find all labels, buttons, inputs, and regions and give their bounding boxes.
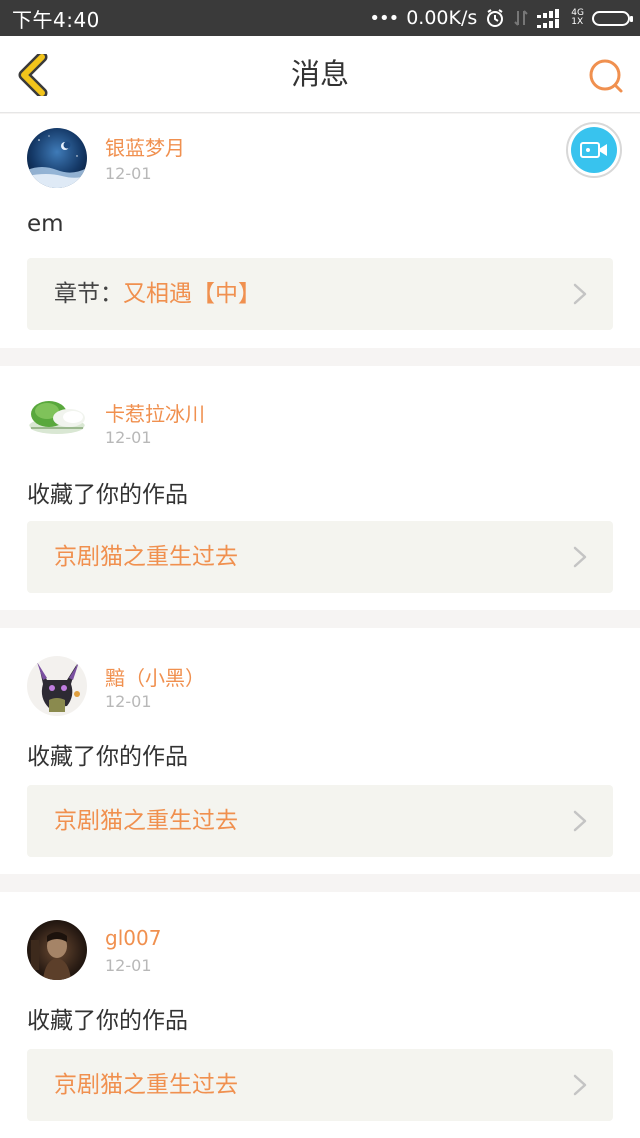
work-link[interactable]: 京剧猫之重生过去 — [27, 1049, 613, 1121]
dark-portrait-avatar-image — [27, 920, 87, 980]
message-date: 12-01 — [105, 692, 152, 711]
messages-screen: 下午4:40 ••• 0.00K/s 4G 1X 消息 银蓝梦月 12-01 e… — [0, 0, 640, 1138]
page-title: 消息 — [290, 57, 349, 91]
username[interactable]: 卡惹拉冰川 — [105, 398, 205, 427]
battery-icon — [592, 10, 633, 26]
link-title: 京剧猫之重生过去 — [54, 1072, 238, 1098]
status-icons: ••• 0.00K/s 4G 1X — [369, 7, 633, 29]
data-transfer-icon — [513, 9, 529, 27]
message-card: 银蓝梦月 12-01 em 章节：又相遇【中】 — [0, 114, 640, 348]
message-date: 12-01 — [105, 956, 152, 975]
message-date: 12-01 — [105, 164, 152, 183]
chevron-right-icon — [573, 283, 587, 305]
app-header: 消息 — [0, 36, 640, 113]
network-speed: 0.00K/s — [406, 7, 478, 29]
more-dots-icon: ••• — [369, 7, 399, 29]
black-cat-avatar-image — [27, 656, 87, 716]
username[interactable]: 银蓝梦月 — [105, 132, 185, 161]
link-prefix: 章节： — [54, 281, 123, 307]
message-text: 收藏了你的作品 — [27, 1008, 188, 1034]
work-link[interactable]: 京剧猫之重生过去 — [27, 521, 613, 593]
chapter-link[interactable]: 章节：又相遇【中】 — [27, 258, 613, 330]
video-button[interactable] — [566, 122, 622, 178]
signal-icon — [537, 8, 563, 28]
avatar[interactable] — [27, 128, 87, 188]
status-time: 下午4:40 — [12, 7, 100, 32]
search-button[interactable] — [586, 56, 626, 96]
night-sky-avatar-image — [27, 128, 87, 188]
avatar[interactable] — [27, 656, 87, 716]
message-text: 收藏了你的作品 — [27, 482, 188, 508]
link-title: 京剧猫之重生过去 — [54, 544, 238, 570]
cabbage-avatar-image — [27, 384, 87, 444]
chevron-right-icon — [573, 810, 587, 832]
message-date: 12-01 — [105, 428, 152, 447]
link-title: 又相遇【中】 — [123, 281, 261, 307]
chevron-right-icon — [573, 1074, 587, 1096]
alarm-icon — [485, 8, 505, 28]
message-card: 卡惹拉冰川 12-01 收藏了你的作品 京剧猫之重生过去 — [0, 366, 640, 610]
username[interactable]: gl007 — [105, 926, 161, 950]
chevron-right-icon — [573, 546, 587, 568]
status-bar: 下午4:40 ••• 0.00K/s 4G 1X — [0, 0, 640, 36]
search-icon — [589, 59, 623, 93]
message-text: em — [27, 211, 64, 237]
username[interactable]: 黯（小黑） — [105, 662, 205, 691]
message-text: 收藏了你的作品 — [27, 744, 188, 770]
work-link[interactable]: 京剧猫之重生过去 — [27, 785, 613, 857]
message-card: 黯（小黑） 12-01 收藏了你的作品 京剧猫之重生过去 — [0, 628, 640, 874]
avatar[interactable] — [27, 920, 87, 980]
link-title: 京剧猫之重生过去 — [54, 808, 238, 834]
message-card: gl007 12-01 收藏了你的作品 京剧猫之重生过去 — [0, 892, 640, 1138]
video-camera-icon — [580, 142, 607, 158]
network-type: 4G 1X — [571, 8, 584, 27]
avatar[interactable] — [27, 384, 87, 444]
